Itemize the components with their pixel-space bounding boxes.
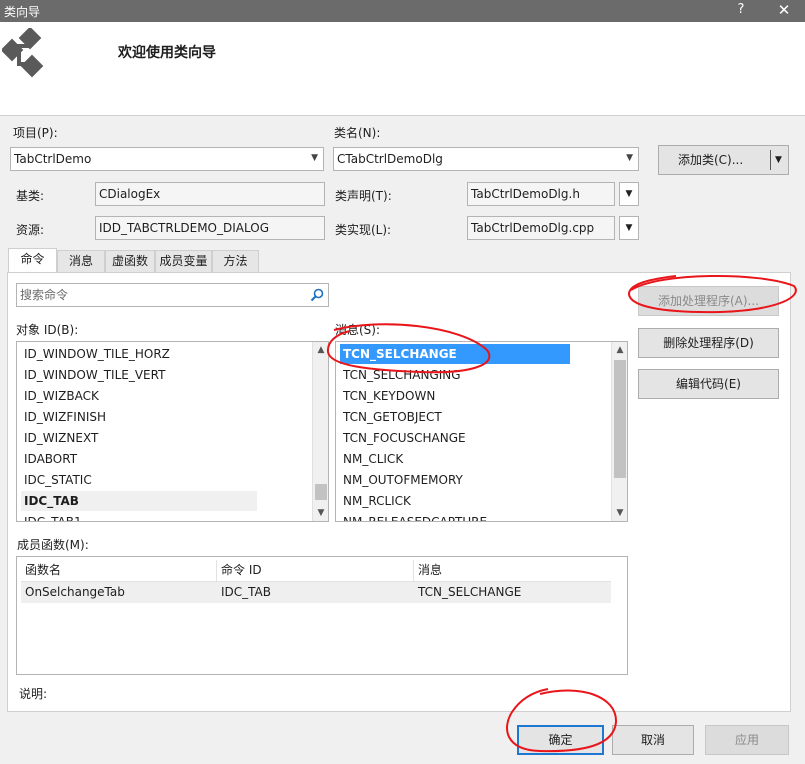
welcome-text: 欢迎使用类向导 — [118, 45, 216, 61]
tab-commands[interactable]: 命令 — [8, 248, 57, 272]
classimpl-value: TabCtrlDemoDlg.cpp — [471, 221, 595, 235]
scroll-thumb[interactable] — [614, 360, 626, 478]
split-divider — [770, 150, 771, 170]
scroll-up-icon[interactable]: ▲ — [313, 342, 328, 358]
baseclass-value: CDialogEx — [99, 187, 161, 201]
tab-virtual-functions[interactable]: 虚函数 — [105, 250, 155, 272]
cell-function: OnSelchangeTab — [25, 585, 125, 599]
classimpl-field[interactable]: TabCtrlDemoDlg.cpp — [467, 216, 615, 240]
list-item[interactable]: TCN_GETOBJECT — [340, 407, 442, 427]
table-row[interactable]: OnSelchangeTab IDC_TAB TCN_SELCHANGE — [21, 582, 611, 603]
classname-label: 类名(N): — [334, 126, 381, 140]
classname-value: CTabCtrlDemoDlg — [337, 152, 443, 166]
scroll-thumb[interactable] — [315, 484, 327, 500]
search-input[interactable] — [17, 284, 302, 306]
list-item-selected[interactable]: IDC_TAB — [21, 491, 257, 511]
tab-member-variables[interactable]: 成员变量 — [155, 250, 212, 272]
list-item[interactable]: IDC_TAB1 — [21, 512, 82, 521]
list-item[interactable]: NM_RCLICK — [340, 491, 411, 511]
edit-code-button[interactable]: 编辑代码(E) — [638, 369, 779, 399]
chevron-down-icon: ▼ — [626, 153, 633, 163]
search-icon[interactable] — [309, 287, 325, 303]
list-item[interactable]: ID_WIZFINISH — [21, 407, 106, 427]
ok-button[interactable]: 确定 — [517, 725, 604, 755]
apply-button[interactable]: 应用 — [705, 725, 789, 755]
list-item[interactable]: ID_WIZBACK — [21, 386, 99, 406]
cell-message: TCN_SELCHANGE — [418, 585, 522, 599]
classdecl-value: TabCtrlDemoDlg.h — [471, 187, 580, 201]
baseclass-label: 基类: — [16, 189, 45, 203]
list-item[interactable]: TCN_KEYDOWN — [340, 386, 435, 406]
column-header-function[interactable]: 函数名 — [21, 560, 217, 582]
baseclass-field: CDialogEx — [95, 182, 325, 206]
object-id-list[interactable]: ID_WINDOW_TILE_HORZ ID_WINDOW_TILE_VERT ID… — [16, 341, 329, 522]
add-class-label: 添加类(C)... — [678, 153, 744, 167]
list-item[interactable]: ID_WINDOW_TILE_HORZ — [21, 344, 170, 364]
add-class-button[interactable]: 添加类(C)... ▼ — [658, 145, 789, 175]
classdecl-label: 类声明(T): — [335, 189, 392, 203]
delete-handler-button[interactable]: 删除处理程序(D) — [638, 328, 779, 358]
class-wizard-icon — [2, 28, 44, 78]
title-bar: 类向导 ? ✕ — [0, 0, 805, 22]
close-button[interactable]: ✕ — [766, 0, 802, 22]
classimpl-dropdown[interactable]: ▼ — [619, 216, 639, 240]
resource-value: IDD_TABCTRLDEMO_DIALOG — [99, 221, 269, 235]
list-item[interactable]: NM_CLICK — [340, 449, 403, 469]
classname-combo[interactable]: CTabCtrlDemoDlg ▼ — [333, 147, 639, 171]
scroll-down-icon[interactable]: ▼ — [313, 505, 328, 521]
chevron-down-icon: ▼ — [311, 153, 318, 163]
resource-label: 资源: — [16, 223, 45, 237]
classdecl-field[interactable]: TabCtrlDemoDlg.h — [467, 182, 615, 206]
project-combo[interactable]: TabCtrlDemo ▼ — [10, 147, 324, 171]
scroll-down-icon[interactable]: ▼ — [612, 505, 627, 521]
list-item[interactable]: IDC_STATIC — [21, 470, 92, 490]
project-value: TabCtrlDemo — [14, 152, 92, 166]
resource-field: IDD_TABCTRLDEMO_DIALOG — [95, 216, 325, 240]
column-header-message[interactable]: 消息 — [414, 560, 611, 582]
list-item[interactable]: IDABORT — [21, 449, 77, 469]
messages-list-scrollbar[interactable]: ▲ ▼ — [611, 342, 627, 521]
list-item[interactable]: TCN_FOCUSCHANGE — [340, 428, 466, 448]
cell-command-id: IDC_TAB — [221, 585, 271, 599]
list-item-selected[interactable]: TCN_SELCHANGE — [340, 344, 570, 364]
scroll-up-icon[interactable]: ▲ — [612, 342, 627, 358]
messages-label: 消息(S): — [335, 323, 381, 337]
search-box[interactable] — [16, 283, 329, 307]
member-functions-table[interactable]: 函数名 命令 ID 消息 OnSelchangeTab IDC_TAB TCN_… — [16, 556, 628, 675]
objects-label: 对象 ID(B): — [16, 323, 79, 337]
tab-messages[interactable]: 消息 — [57, 250, 105, 272]
description-label: 说明: — [19, 687, 48, 701]
classdecl-dropdown[interactable]: ▼ — [619, 182, 639, 206]
add-handler-button[interactable]: 添加处理程序(A)... — [638, 286, 779, 316]
project-label: 项目(P): — [13, 126, 58, 140]
list-item[interactable]: ID_WINDOW_TILE_VERT — [21, 365, 165, 385]
column-header-command-id[interactable]: 命令 ID — [217, 560, 414, 582]
object-list-scrollbar[interactable]: ▲ ▼ — [312, 342, 328, 521]
messages-list[interactable]: TCN_SELCHANGE TCN_SELCHANGING TCN_KEYDOWN T… — [335, 341, 628, 522]
chevron-down-icon[interactable]: ▼ — [775, 146, 782, 174]
window-title: 类向导 — [4, 5, 41, 19]
members-label: 成员函数(M): — [17, 538, 89, 552]
list-item[interactable]: NM_OUTOFMEMORY — [340, 470, 463, 490]
list-item[interactable]: NM_RELEASEDCAPTURE — [340, 512, 487, 521]
cancel-button[interactable]: 取消 — [612, 725, 694, 755]
classimpl-label: 类实现(L): — [335, 223, 392, 237]
help-button[interactable]: ? — [733, 0, 749, 22]
tab-methods[interactable]: 方法 — [212, 250, 259, 272]
table-header: 函数名 命令 ID 消息 — [21, 560, 611, 582]
list-item[interactable]: TCN_SELCHANGING — [340, 365, 461, 385]
list-item[interactable]: ID_WIZNEXT — [21, 428, 98, 448]
wizard-header: 欢迎使用类向导 — [0, 22, 805, 116]
